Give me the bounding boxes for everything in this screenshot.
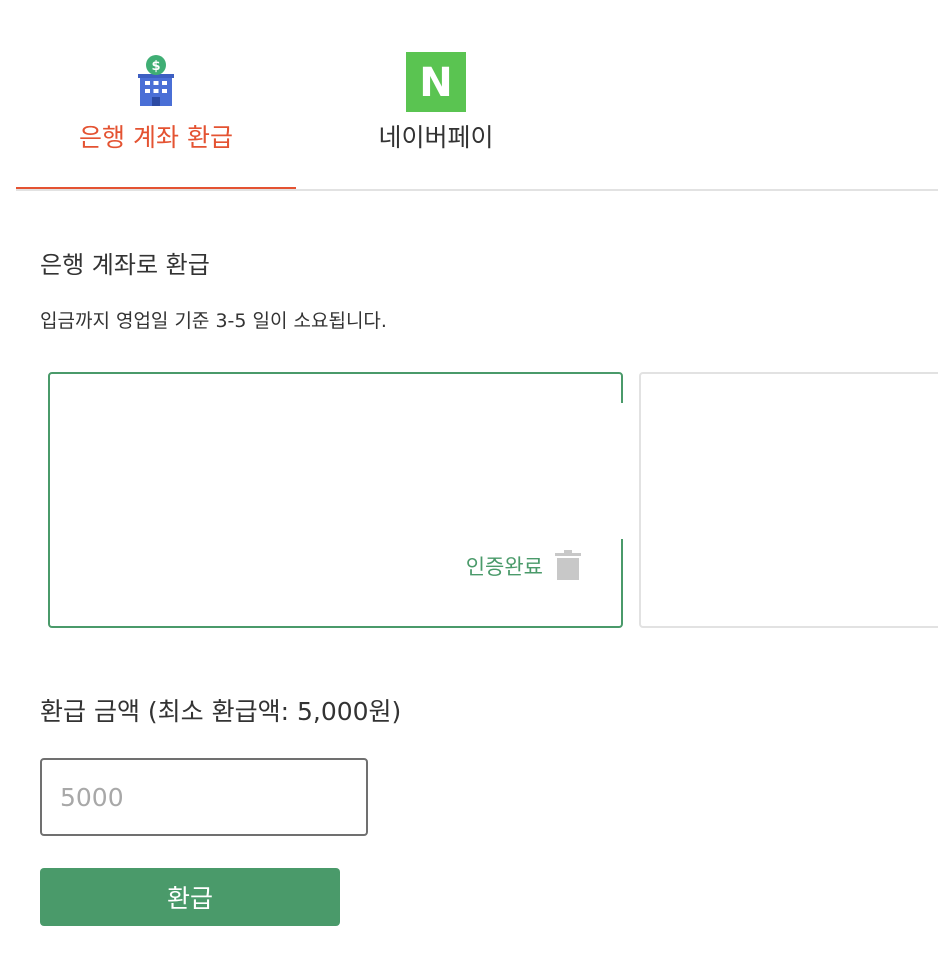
- bank-building-icon: $: [138, 55, 174, 106]
- tab-bank-account-refund[interactable]: $ 은행 계좌 환급: [16, 0, 296, 189]
- refund-amount-label: 환급 금액 (최소 환급액: 5,000원): [40, 697, 402, 726]
- refund-button[interactable]: 환급: [40, 868, 340, 926]
- verification-status: 인증완료: [465, 555, 543, 579]
- naver-letter: N: [419, 60, 452, 106]
- section-description: 입금까지 영업일 기준 3-5 일이 소요됩니다.: [40, 310, 387, 332]
- refund-method-tabs: $ 은행 계좌 환급 N 네이버페이: [16, 0, 938, 191]
- second-account-card[interactable]: [639, 372, 938, 628]
- tab-naverpay-label: 네이버페이: [378, 123, 494, 152]
- tab-bank-label: 은행 계좌 환급: [79, 123, 233, 152]
- trash-icon[interactable]: [555, 550, 581, 580]
- tab-naverpay[interactable]: N 네이버페이: [296, 0, 576, 187]
- dollar-sign-text: $: [151, 59, 160, 74]
- refund-amount-input[interactable]: [40, 758, 368, 836]
- active-tab-underline: [16, 187, 296, 189]
- naver-n-icon: N: [406, 52, 466, 112]
- bank-account-card[interactable]: 인증완료: [48, 372, 623, 628]
- section-title: 은행 계좌로 환급: [40, 251, 210, 279]
